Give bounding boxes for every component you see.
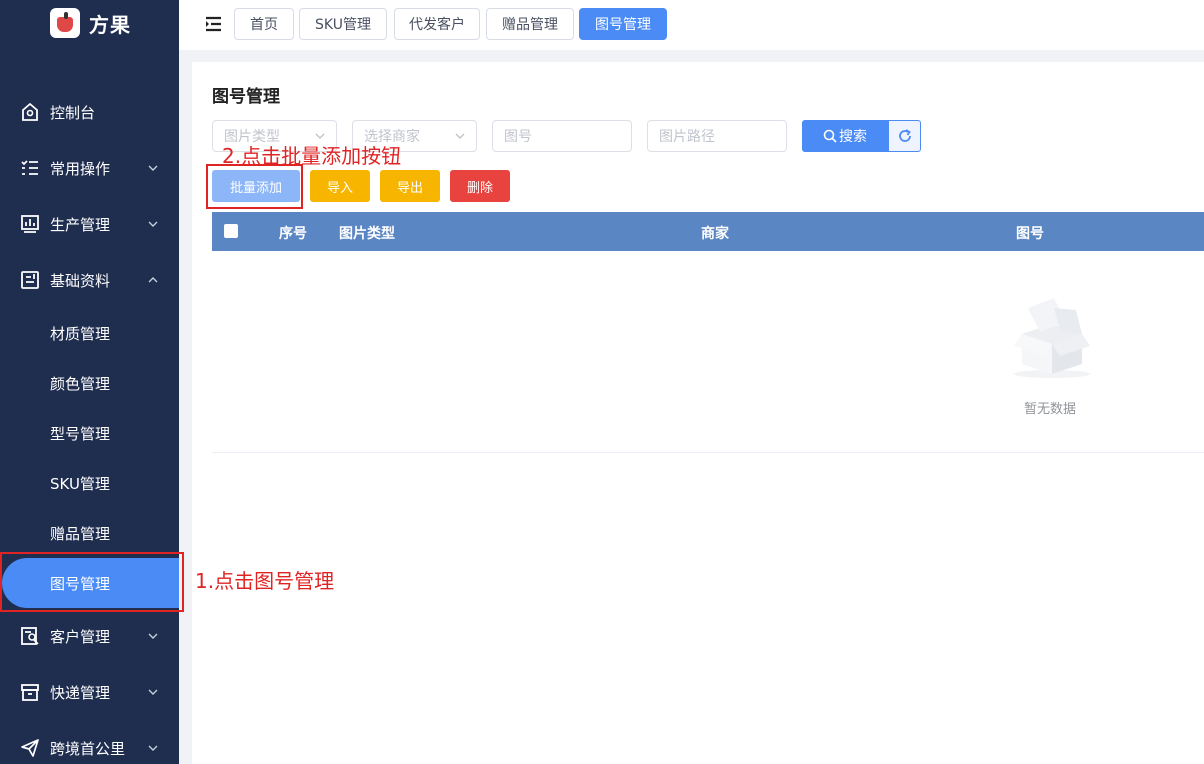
annotation-step2: 2.点击批量添加按钮 xyxy=(222,144,402,168)
home-icon xyxy=(19,101,41,123)
chart-icon xyxy=(19,213,41,235)
sidebar-item-label: 客户管理 xyxy=(50,627,111,646)
sidebar-item-label: 常用操作 xyxy=(50,159,111,178)
annotation-step1: 1.点击图号管理 xyxy=(195,569,335,593)
sidebar-subitem-label: 型号管理 xyxy=(50,424,111,443)
input-placeholder: 图片路径 xyxy=(659,129,715,145)
column-header-merchant: 商家 xyxy=(701,226,729,242)
sidebar-subitem-color[interactable]: 颜色管理 xyxy=(0,358,179,408)
search-icon xyxy=(823,129,837,143)
table-divider xyxy=(212,452,1204,453)
export-button[interactable]: 导出 xyxy=(380,170,440,202)
sidebar-subitem-sku[interactable]: SKU管理 xyxy=(0,458,179,508)
import-button[interactable]: 导入 xyxy=(310,170,370,202)
tab-home[interactable]: 首页 xyxy=(234,8,294,40)
sidebar-item-common-ops[interactable]: 常用操作 xyxy=(0,143,179,193)
chevron-down-icon xyxy=(146,629,160,643)
send-icon xyxy=(19,737,41,759)
search-button[interactable]: 搜索 xyxy=(802,120,888,152)
input-placeholder: 图号 xyxy=(504,129,532,145)
sidebar: 方果 控制台 常用操作 生产管理 基础资料 材质管理 颜色管理 型号管理 SKU… xyxy=(0,0,179,764)
sidebar-item-label: 基础资料 xyxy=(50,271,111,290)
list-icon xyxy=(19,157,41,179)
empty-box-icon xyxy=(1010,294,1092,384)
tab-gift-management[interactable]: 赠品管理 xyxy=(486,8,574,40)
refresh-button[interactable] xyxy=(888,120,921,152)
chevron-up-icon xyxy=(146,273,160,287)
drawing-no-input[interactable]: 图号 xyxy=(492,120,632,152)
sidebar-item-dashboard[interactable]: 控制台 xyxy=(0,87,179,137)
sidebar-subitem-gift[interactable]: 赠品管理 xyxy=(0,508,179,558)
box-icon xyxy=(19,681,41,703)
chevron-down-icon xyxy=(146,685,160,699)
page-title: 图号管理 xyxy=(212,87,280,107)
sidebar-subitem-label: SKU管理 xyxy=(50,474,110,493)
column-header-drawing-no: 图号 xyxy=(1016,226,1044,242)
annotation-highlight-step2 xyxy=(206,164,303,209)
logo-icon xyxy=(50,8,80,38)
app-name: 方果 xyxy=(89,12,131,37)
column-header-image-type: 图片类型 xyxy=(339,226,395,242)
chevron-down-icon xyxy=(146,217,160,231)
tab-sku-management[interactable]: SKU管理 xyxy=(299,8,387,40)
sidebar-subitem-label: 颜色管理 xyxy=(50,374,111,393)
table-header: 序号 图片类型 商家 图号 xyxy=(212,212,1204,251)
sidebar-subitem-model[interactable]: 型号管理 xyxy=(0,408,179,458)
delete-button[interactable]: 删除 xyxy=(450,170,510,202)
sidebar-subitem-label: 材质管理 xyxy=(50,324,111,343)
tab-dropship-customers[interactable]: 代发客户 xyxy=(394,8,480,40)
sidebar-item-label: 生产管理 xyxy=(50,215,111,234)
sidebar-item-label: 控制台 xyxy=(50,103,96,122)
refresh-icon xyxy=(897,128,913,144)
sidebar-item-production[interactable]: 生产管理 xyxy=(0,199,179,249)
sidebar-item-express[interactable]: 快递管理 xyxy=(0,667,179,717)
document-icon xyxy=(19,269,41,291)
sidebar-subitem-label: 赠品管理 xyxy=(50,524,111,543)
menu-fold-icon[interactable] xyxy=(205,15,223,33)
app-logo[interactable]: 方果 xyxy=(50,8,131,38)
tabs-bar: 首页 SKU管理 代发客户 赠品管理 图号管理 xyxy=(179,0,1204,50)
tab-drawing-no-management[interactable]: 图号管理 xyxy=(579,8,667,40)
sidebar-subitem-material[interactable]: 材质管理 xyxy=(0,308,179,358)
customer-icon xyxy=(19,625,41,647)
column-header-index: 序号 xyxy=(279,226,307,242)
sidebar-item-crossborder[interactable]: 跨境首公里 xyxy=(0,723,179,764)
sidebar-item-basic-data[interactable]: 基础资料 xyxy=(0,255,179,305)
image-path-input[interactable]: 图片路径 xyxy=(647,120,787,152)
select-all-checkbox[interactable] xyxy=(224,224,238,238)
sidebar-item-label: 跨境首公里 xyxy=(50,739,126,758)
sidebar-subitem-label: 图号管理 xyxy=(50,574,111,593)
sidebar-item-label: 快递管理 xyxy=(50,683,111,702)
search-button-label: 搜索 xyxy=(839,129,867,145)
sidebar-item-customers[interactable]: 客户管理 xyxy=(0,611,179,661)
chevron-down-icon xyxy=(454,130,466,142)
chevron-down-icon xyxy=(146,161,160,175)
chevron-down-icon xyxy=(146,741,160,755)
empty-text: 暂无数据 xyxy=(1023,402,1076,417)
